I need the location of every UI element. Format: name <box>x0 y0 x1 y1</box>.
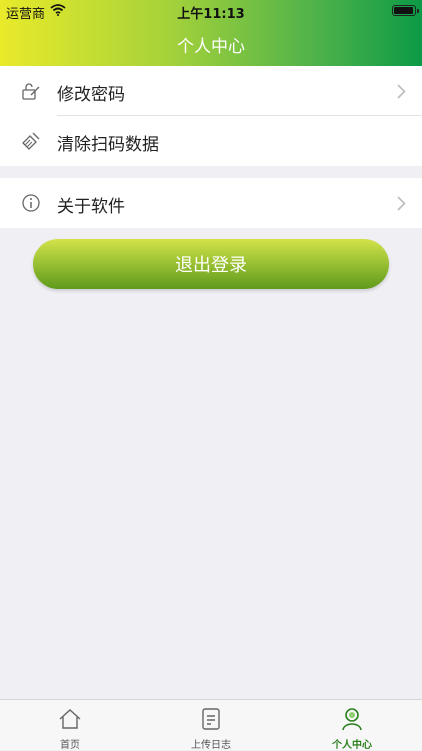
tab-bar: 首页 上传日志 个人中心 <box>0 699 422 751</box>
settings-group-2: 关于软件 <box>0 178 422 228</box>
info-icon <box>21 193 41 213</box>
battery-icon <box>392 5 419 16</box>
person-icon <box>340 707 364 731</box>
header: 运营商 上午11:13 个人中心 <box>0 0 422 66</box>
tab-upload-log[interactable]: 上传日志 <box>141 700 281 751</box>
status-bar: 运营商 上午11:13 <box>0 0 422 22</box>
status-time: 上午11:13 <box>177 7 245 22</box>
about-software-row[interactable]: 关于软件 <box>0 178 422 228</box>
chevron-right-icon <box>397 196 406 215</box>
clear-scan-data-label: 清除扫码数据 <box>57 135 159 155</box>
document-icon <box>199 707 223 731</box>
about-software-label: 关于软件 <box>57 197 125 217</box>
home-icon <box>58 707 82 731</box>
tab-home-label: 首页 <box>60 740 80 751</box>
settings-group-1: 修改密码 清除扫码数据 <box>0 66 422 166</box>
logout-button[interactable]: 退出登录 <box>33 239 389 289</box>
tab-upload-log-label: 上传日志 <box>191 740 231 751</box>
change-password-row[interactable]: 修改密码 <box>0 66 422 116</box>
tab-home[interactable]: 首页 <box>0 700 140 751</box>
tab-profile[interactable]: 个人中心 <box>282 700 422 751</box>
broom-icon <box>21 131 41 151</box>
clear-scan-data-row[interactable]: 清除扫码数据 <box>0 116 422 166</box>
page-title: 个人中心 <box>177 37 245 57</box>
unlock-icon <box>21 81 41 101</box>
tab-profile-label: 个人中心 <box>332 740 372 751</box>
change-password-label: 修改密码 <box>57 85 125 105</box>
chevron-right-icon <box>397 84 406 103</box>
